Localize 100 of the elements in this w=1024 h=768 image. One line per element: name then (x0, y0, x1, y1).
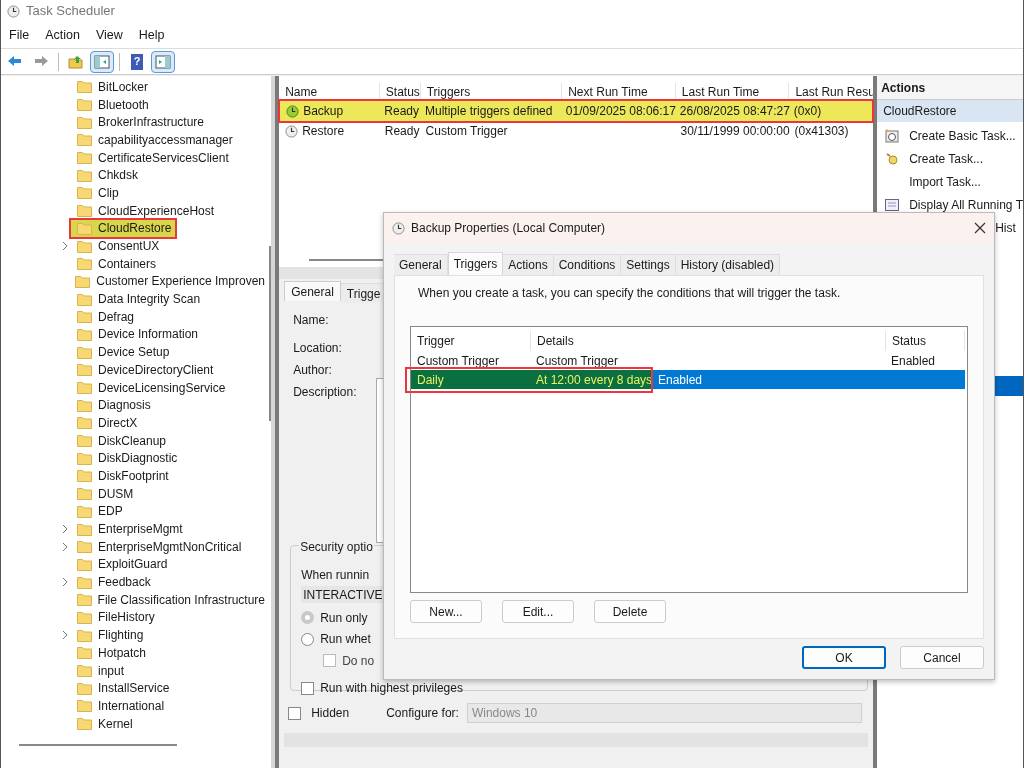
table-cell-text: Enabled (658, 371, 703, 389)
tree-item[interactable]: DirectX (71, 414, 142, 432)
tree-item[interactable]: ConsentUX (71, 237, 164, 255)
tree-item[interactable]: ExploitGuard (71, 555, 172, 573)
tree-item[interactable]: CloudRestore (71, 219, 176, 237)
menu-item[interactable]: Help (138, 25, 165, 45)
toolbar-button[interactable] (151, 50, 175, 73)
tree-item[interactable]: CloudExperienceHost (71, 202, 219, 220)
checkbox[interactable] (301, 681, 315, 695)
pane-link[interactable]: Create Basic Task... (877, 124, 1023, 147)
panel-icon (93, 52, 111, 71)
radio-button[interactable] (301, 632, 315, 646)
chevron-icon[interactable] (61, 541, 69, 552)
tree-item[interactable]: BrokerInfrastructure (71, 113, 209, 131)
tree-item[interactable]: Diagnosis (71, 396, 155, 414)
tree-item[interactable]: Chkdsk (71, 166, 142, 184)
option-label: Do no (342, 652, 375, 670)
tree-item[interactable]: File Classification Infrastructure (70, 591, 269, 609)
tree-item[interactable]: Kernel (71, 715, 137, 733)
close-icon[interactable] (974, 222, 986, 234)
tree-item[interactable]: DeviceDirectoryClient (71, 361, 218, 379)
toolbar-button[interactable] (90, 50, 114, 73)
tab[interactable]: Conditions (553, 254, 622, 275)
tree-item[interactable]: EnterpriseMgmt (71, 520, 187, 538)
chevron-icon[interactable] (61, 524, 69, 535)
tree-item[interactable]: CertificateServicesClient (71, 149, 233, 167)
tree-item[interactable]: BitLocker (71, 78, 153, 96)
tree-item[interactable]: International (71, 697, 169, 715)
dialog-button[interactable]: Cancel (900, 646, 984, 669)
tree-item[interactable]: Hotpatch (71, 644, 151, 662)
menu-item[interactable]: Action (45, 25, 80, 45)
tree-item[interactable]: Device Setup (71, 343, 174, 361)
dialog-button[interactable]: OK (802, 646, 886, 669)
folder-icon (77, 610, 92, 624)
table-cell-text: At 12:00 every 8 days (536, 371, 653, 389)
task-row[interactable]: Backup Ready Multiple triggers defined 01/09/2025 08:06:17 26/08/2025 08:47:27 (0x0) (280, 101, 873, 121)
tree-item[interactable]: DiskFootprint (71, 467, 173, 485)
task-row[interactable]: Restore Ready Custom Trigger 30/11/1999 00:00:00 (0x41303) (279, 121, 874, 141)
tab[interactable]: History (disabled) (675, 254, 781, 275)
folder-icon (77, 575, 92, 589)
folder-icon (75, 274, 91, 288)
section-header[interactable]: CloudRestore (877, 100, 1023, 122)
pane-link[interactable]: Display All Running T (877, 193, 1023, 216)
calendar-clock-icon (885, 128, 900, 143)
column-header[interactable]: Name (279, 83, 379, 101)
column-header[interactable]: Details (530, 331, 885, 351)
tree-item[interactable]: InstallService (71, 679, 174, 697)
list-button[interactable]: Delete (594, 600, 666, 623)
tree-item[interactable]: capabilityaccessmanager (71, 131, 237, 149)
pane-title: Actions (877, 76, 1023, 100)
tree-item[interactable]: input (71, 662, 129, 680)
pane-link[interactable]: Import Task... (877, 170, 1023, 193)
folder-icon (77, 646, 92, 660)
folder-icon (77, 487, 92, 501)
chevron-icon[interactable] (61, 630, 69, 641)
menu-item[interactable]: View (95, 25, 123, 45)
table-cell-text: 26/08/2025 08:47:27 (679, 103, 790, 120)
tree-item[interactable]: DiskDiagnostic (71, 449, 182, 467)
tab[interactable]: General (394, 254, 448, 275)
tab[interactable]: Triggers (447, 252, 504, 275)
tab[interactable]: Actions (503, 254, 554, 275)
tree-item[interactable]: EnterpriseMgmtNonCritical (71, 538, 246, 556)
tree-item[interactable]: Customer Experience Improven (69, 272, 269, 290)
dialog-title: Backup Properties (Local Computer) (411, 220, 607, 237)
folder-icon (77, 221, 92, 235)
tab[interactable]: General (284, 281, 341, 301)
folder-icon (77, 434, 92, 448)
column-header[interactable]: Status (885, 331, 965, 351)
tree-item[interactable]: Data Integrity Scan (71, 290, 205, 308)
tree-item[interactable]: Device Information (71, 325, 203, 343)
chevron-icon[interactable] (61, 577, 69, 588)
tree-item[interactable]: Defrag (71, 308, 139, 326)
tab[interactable]: Settings (621, 254, 676, 275)
scrollbar-thumb[interactable] (19, 744, 177, 746)
pane-link[interactable]: Create Task... (877, 147, 1023, 170)
tree-item[interactable]: Flighting (71, 626, 148, 644)
tree-item[interactable]: Feedback (71, 573, 155, 591)
tree-item[interactable]: Clip (71, 184, 123, 202)
trigger-row[interactable]: Daily At 12:00 every 8 days Enabled (411, 370, 965, 389)
tree-item[interactable]: EDP (71, 502, 127, 520)
radio-button[interactable] (301, 611, 315, 625)
tree-item[interactable]: DeviceLicensingService (71, 379, 230, 397)
folder-icon (77, 557, 92, 571)
tree-item[interactable]: DUSM (71, 485, 138, 503)
column-header[interactable]: Trigger (411, 331, 530, 351)
tree-item[interactable]: Containers (71, 255, 161, 273)
tree-item[interactable]: FileHistory (71, 608, 159, 626)
checkbox[interactable] (288, 706, 302, 720)
menu-item[interactable]: File (9, 25, 30, 45)
folder-icon (77, 681, 92, 695)
scrollbar-thumb[interactable] (269, 246, 272, 421)
tree-item[interactable]: Bluetooth (71, 96, 153, 114)
table-cell-text: Custom Trigger (425, 123, 508, 140)
tree-item[interactable]: DiskCleanup (71, 432, 171, 450)
help-button[interactable]: ? (125, 50, 149, 73)
option-label: Run with highest privileges (320, 680, 463, 698)
list-button[interactable]: New... (410, 600, 482, 623)
chevron-icon[interactable] (61, 241, 69, 252)
field-label: Location: (293, 340, 342, 353)
list-button[interactable]: Edit... (502, 600, 574, 623)
